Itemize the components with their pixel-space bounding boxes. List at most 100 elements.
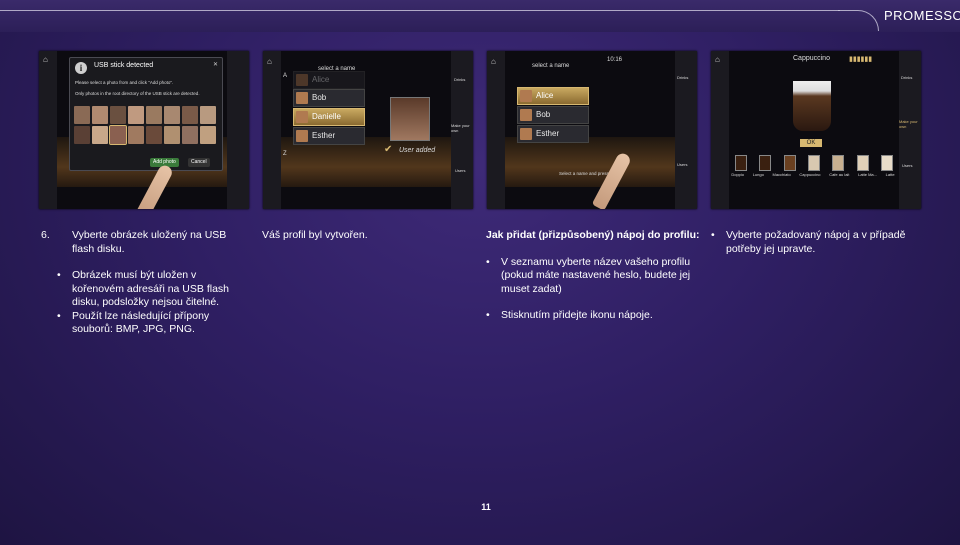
home-icon: ⌂ (715, 55, 720, 64)
photo-thumb (74, 106, 90, 124)
strength-icon: ▮▮▮▮▮▮ (849, 56, 873, 63)
photo-thumb (109, 125, 127, 145)
avatar (296, 130, 308, 142)
photo-thumb (164, 126, 180, 144)
column-3-bullets: V seznamu vyberte název vašeho profilu (… (486, 256, 701, 323)
column-4: Vyberte požadovaný nápoj a v případě pot… (711, 229, 923, 256)
photo-thumb (146, 106, 162, 124)
bullet-item: Použít lze následující přípony souborů: … (57, 310, 241, 337)
bullet-item: V seznamu vyberte název vašeho profilu (… (486, 256, 701, 297)
drink-label: Lungo (752, 172, 764, 177)
profile-photo (390, 97, 430, 141)
dialog-note: Only photos in the root directory of the… (75, 91, 200, 96)
avatar (296, 92, 308, 104)
drink-labels: Doppio Lungo Macchiato Cappuccino Cafe a… (727, 172, 899, 177)
photo-grid (74, 106, 219, 145)
avatar (520, 109, 532, 121)
drink-label: Cafe au lait (829, 172, 850, 177)
screenshot-select-profile: ⌂ 10:16 select a name Alice Bob Esther S… (487, 51, 697, 209)
photo-thumb (182, 126, 198, 144)
name-label: Esther (536, 129, 560, 138)
background-landscape (505, 137, 675, 187)
bullet-item: Obrázek musí být uložen v kořenovém adre… (57, 269, 241, 310)
bullet-item: Vyberte požadovaný nápoj a v případě pot… (711, 229, 923, 256)
users-label: Users (455, 168, 466, 173)
users-label: Users (902, 163, 913, 168)
name-label: Bob (536, 110, 551, 119)
drink-label: Doppio (731, 172, 745, 177)
brand-logo: PROMESSO (884, 8, 960, 23)
drink-title: Cappuccino (793, 55, 830, 62)
avatar (296, 111, 308, 123)
step-number: 6. (41, 229, 50, 241)
drink-cup (783, 155, 796, 171)
left-sidebar (263, 51, 281, 209)
avatar (520, 90, 532, 102)
photo-thumb (200, 106, 216, 124)
photo-thumb (128, 126, 144, 144)
drink-cup (759, 155, 772, 171)
user-added-label: User added (399, 147, 436, 154)
profile-created-text: Váš profil byl vytvořen. (262, 229, 368, 241)
column-4-bullets: Vyberte požadovaný nápoj a v případě pot… (711, 229, 923, 256)
drinks-label: Drinks (677, 75, 689, 80)
column-1-bullets: Obrázek musí být uložen v kořenovém adre… (41, 269, 241, 337)
drink-cup (856, 155, 869, 171)
column-3: Jak přidat (přizpůsobený) nápoj do profi… (486, 229, 701, 323)
left-sidebar (39, 51, 57, 209)
drink-label: Latte Ma... (858, 172, 877, 177)
name-row: Alice (293, 71, 365, 89)
photo-thumb (92, 126, 108, 144)
name-row: Bob (293, 89, 365, 107)
letter-a: A (283, 73, 288, 79)
dialog-title: USB stick detected (94, 62, 154, 69)
column-1: 6. Vyberte obrázek uložený na USB flash … (41, 229, 241, 337)
checkmark-icon: ✔ (384, 144, 393, 155)
left-sidebar (711, 51, 729, 209)
left-sidebar (487, 51, 505, 209)
header-bar (0, 0, 960, 32)
avatar (296, 74, 308, 86)
name-row: Bob (517, 106, 589, 124)
usb-dialog: i USB stick detected ✕ Please select a p… (69, 57, 223, 171)
section-heading: Jak přidat (přizpůsobený) nápoj do profi… (486, 229, 700, 241)
page-number: 11 (481, 502, 491, 512)
home-icon: ⌂ (267, 57, 272, 66)
drink-cup (807, 155, 820, 171)
step-text: Vyberte obrázek uložený na USB flash dis… (72, 229, 227, 255)
name-row-selected: Danielle (293, 108, 365, 126)
dialog-instruction: Please select a photo from and click "Ad… (75, 80, 174, 85)
avatar (520, 128, 532, 140)
name-label: Bob (312, 93, 327, 102)
clock: 10:16 (607, 57, 623, 63)
name-label: Esther (312, 131, 336, 140)
photo-thumb (200, 126, 216, 144)
photo-thumb (110, 106, 126, 124)
step-6: 6. Vyberte obrázek uložený na USB flash … (41, 229, 241, 256)
home-icon: ⌂ (491, 57, 496, 66)
photo-thumb (92, 106, 108, 124)
name-row: Esther (517, 125, 589, 143)
screenshot-select-drink: ⌂ Cappuccino ▮▮▮▮▮▮ OK Doppio Lungo Macc… (711, 51, 921, 209)
screenshot-user-added: ⌂ select a name A Z Alice Bob Danielle E… (263, 51, 473, 209)
photo-thumb (164, 106, 180, 124)
letter-z: Z (283, 151, 287, 157)
select-name-prompt: select a name (532, 63, 570, 69)
drink-label: Macchiato (772, 172, 791, 177)
screenshot-usb-photo-select: ⌂ i USB stick detected ✕ Please select a… (39, 51, 249, 209)
drinks-label: Drinks (454, 77, 466, 82)
photo-thumb (128, 106, 144, 124)
make-your-own-label: Make your own (451, 123, 470, 133)
drink-cup (735, 155, 748, 171)
column-2: Váš profil byl vytvořen. (262, 229, 462, 243)
name-label: Alice (312, 75, 330, 84)
photo-thumb (74, 126, 90, 144)
make-your-own-label: Make your own (899, 119, 918, 129)
drink-cup (880, 155, 893, 171)
bullet-item: Stisknutím přidejte ikonu nápoje. (486, 309, 701, 323)
cancel-button: Cancel (188, 158, 210, 167)
close-icon: ✕ (212, 62, 218, 68)
cup-graphic (793, 81, 831, 131)
name-row: Esther (293, 127, 365, 145)
photo-thumb (146, 126, 162, 144)
